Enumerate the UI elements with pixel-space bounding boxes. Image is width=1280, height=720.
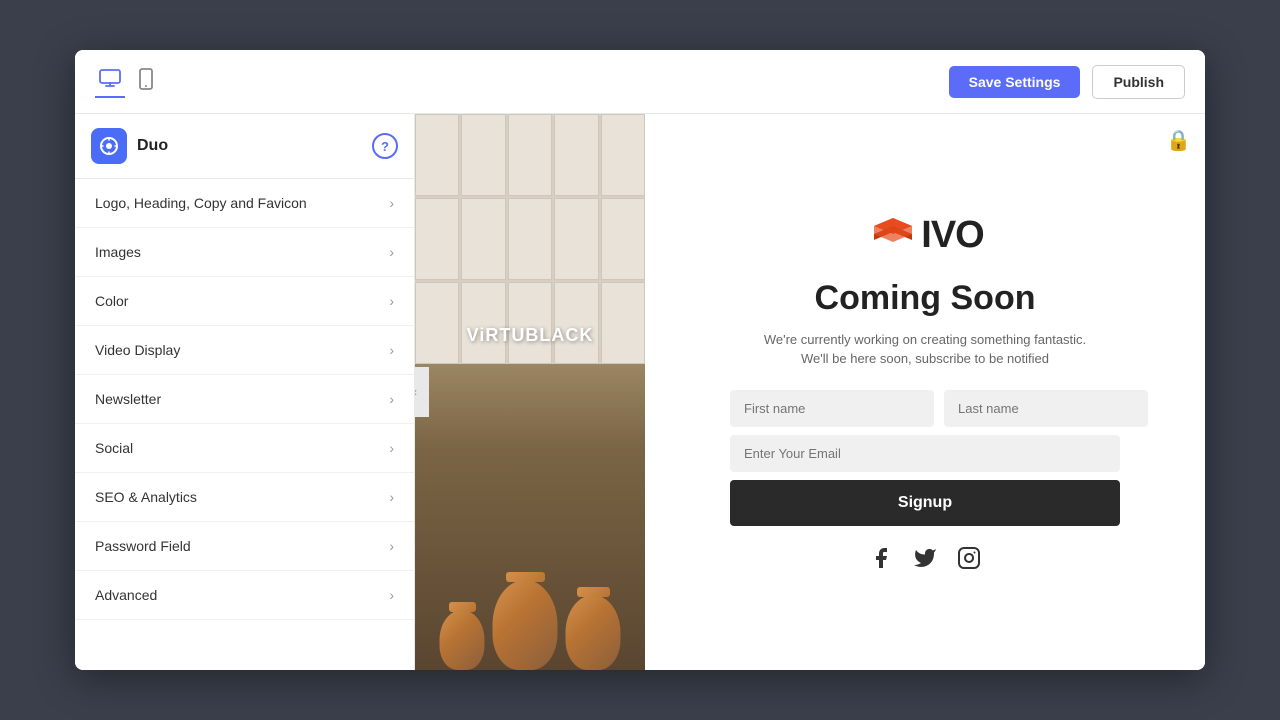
- first-name-input[interactable]: [730, 390, 934, 427]
- landing-preview: 🔒 IVO Coming Soon We're currently workin…: [645, 114, 1205, 670]
- sidebar-item-social[interactable]: Social ›: [75, 424, 414, 473]
- signup-button[interactable]: Signup: [730, 480, 1120, 526]
- tile: [508, 114, 552, 196]
- sidebar-item-password-field[interactable]: Password Field ›: [75, 522, 414, 571]
- brand-text: ViRTUBLACK: [467, 325, 594, 346]
- pot-medium: [566, 595, 621, 670]
- sidebar: Duo ? Logo, Heading, Copy and Favicon › …: [75, 114, 415, 670]
- app-logo: [91, 128, 127, 164]
- tile: [508, 282, 552, 364]
- tile: [508, 198, 552, 280]
- help-button[interactable]: ?: [372, 133, 398, 159]
- last-name-input[interactable]: [944, 390, 1148, 427]
- subtitle-2: We'll be here soon, subscribe to be noti…: [801, 351, 1049, 366]
- name-form-row: [730, 390, 1120, 427]
- ivo-logo-icon: [866, 208, 921, 263]
- menu-item-arrow-password-field: ›: [389, 538, 394, 554]
- coming-soon-title: Coming Soon: [815, 279, 1036, 318]
- menu-item-arrow-video-display: ›: [389, 342, 394, 358]
- menu-item-label-advanced: Advanced: [95, 587, 157, 603]
- twitter-icon[interactable]: [913, 546, 937, 576]
- menu-item-label-color: Color: [95, 293, 128, 309]
- publish-button[interactable]: Publish: [1092, 65, 1185, 99]
- menu-item-arrow-seo-analytics: ›: [389, 489, 394, 505]
- sidebar-menu: Logo, Heading, Copy and Favicon › Images…: [75, 179, 414, 670]
- sidebar-title: Duo: [137, 137, 362, 155]
- content-area: Duo ? Logo, Heading, Copy and Favicon › …: [75, 114, 1205, 670]
- main-window: Save Settings Publish Duo ? Logo, Head: [75, 50, 1205, 670]
- tile: [554, 114, 598, 196]
- email-input[interactable]: [730, 435, 1120, 472]
- menu-item-arrow-advanced: ›: [389, 587, 394, 603]
- menu-item-arrow-newsletter: ›: [389, 391, 394, 407]
- tile: [461, 282, 505, 364]
- tile: [601, 198, 645, 280]
- sidebar-item-images[interactable]: Images ›: [75, 228, 414, 277]
- sidebar-item-color[interactable]: Color ›: [75, 277, 414, 326]
- menu-item-label-newsletter: Newsletter: [95, 391, 161, 407]
- pot-large: [493, 580, 558, 670]
- sidebar-item-seo-analytics[interactable]: SEO & Analytics ›: [75, 473, 414, 522]
- sidebar-item-video-display[interactable]: Video Display ›: [75, 326, 414, 375]
- lock-icon: 🔒: [1166, 128, 1191, 153]
- tile: [415, 198, 459, 280]
- sidebar-item-advanced[interactable]: Advanced ›: [75, 571, 414, 620]
- facebook-icon[interactable]: [869, 546, 893, 576]
- tile: [554, 282, 598, 364]
- collapse-handle[interactable]: ‹: [415, 367, 429, 417]
- menu-item-label-video-display: Video Display: [95, 342, 180, 358]
- menu-item-arrow-color: ›: [389, 293, 394, 309]
- device-icons: [95, 64, 157, 99]
- tile: [601, 282, 645, 364]
- social-icons: [869, 546, 981, 576]
- tile: [554, 198, 598, 280]
- tile: [461, 114, 505, 196]
- pot-container: [440, 580, 621, 670]
- save-settings-button[interactable]: Save Settings: [949, 66, 1081, 98]
- menu-item-label-seo-analytics: SEO & Analytics: [95, 489, 197, 505]
- menu-item-label-images: Images: [95, 244, 141, 260]
- sidebar-header: Duo ?: [75, 114, 414, 179]
- preview-image-section: ViRTUBLACK ‹: [415, 114, 645, 670]
- menu-item-arrow-images: ›: [389, 244, 394, 260]
- menu-item-label-password-field: Password Field: [95, 538, 191, 554]
- sidebar-item-newsletter[interactable]: Newsletter ›: [75, 375, 414, 424]
- brand-logo: IVO: [866, 208, 983, 263]
- menu-item-label-social: Social: [95, 440, 133, 456]
- tile: [601, 114, 645, 196]
- desktop-icon[interactable]: [95, 65, 125, 98]
- top-bar: Save Settings Publish: [75, 50, 1205, 114]
- menu-item-label-logo-heading: Logo, Heading, Copy and Favicon: [95, 195, 307, 211]
- tile: [415, 114, 459, 196]
- kitchen-scene: ViRTUBLACK: [415, 114, 645, 670]
- tile: [461, 198, 505, 280]
- tile: [415, 282, 459, 364]
- menu-item-arrow-logo-heading: ›: [389, 195, 394, 211]
- menu-item-arrow-social: ›: [389, 440, 394, 456]
- logo-text: IVO: [921, 214, 983, 257]
- instagram-icon[interactable]: [957, 546, 981, 576]
- subtitle-1: We're currently working on creating some…: [764, 332, 1086, 347]
- sidebar-item-logo-heading[interactable]: Logo, Heading, Copy and Favicon ›: [75, 179, 414, 228]
- mobile-icon[interactable]: [135, 64, 157, 99]
- pot-small: [440, 610, 485, 670]
